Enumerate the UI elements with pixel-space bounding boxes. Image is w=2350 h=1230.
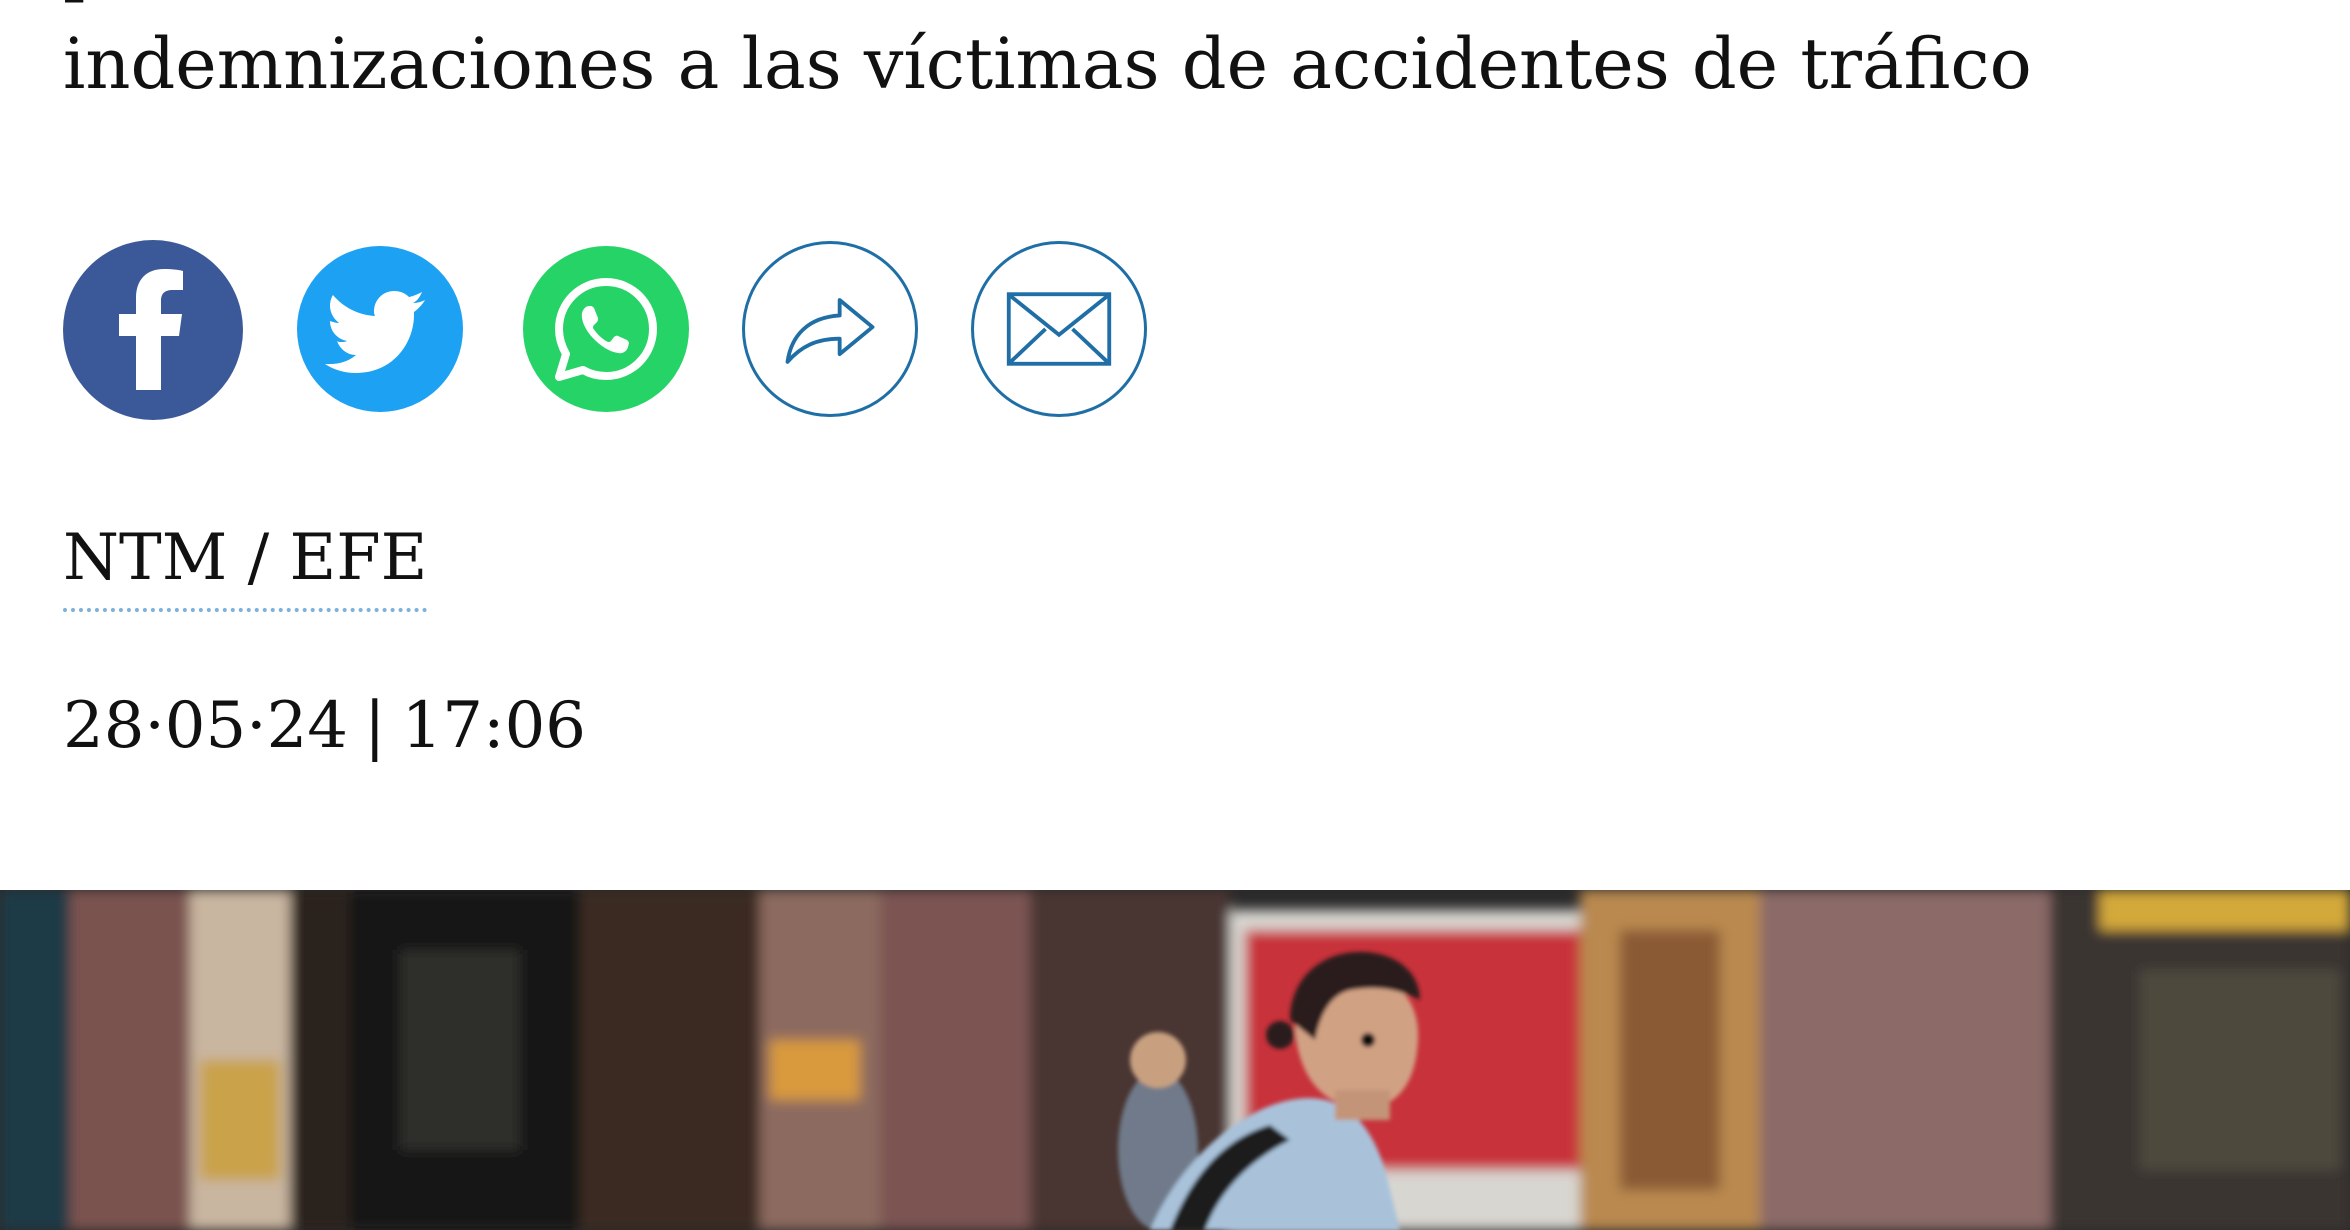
twitter-share-button[interactable] xyxy=(297,246,463,412)
publish-time: 17:06 xyxy=(401,689,586,763)
article-headline: p indemnizaciones a las víctimas de acci… xyxy=(63,0,2313,114)
share-arrow-icon xyxy=(785,298,875,364)
whatsapp-share-button[interactable] xyxy=(523,246,689,412)
email-share-button[interactable] xyxy=(971,241,1147,417)
facebook-share-button[interactable] xyxy=(63,240,243,420)
twitter-bird-icon xyxy=(325,291,425,373)
generic-share-button[interactable] xyxy=(742,241,918,417)
whatsapp-icon xyxy=(555,278,657,381)
date-time-separator: | xyxy=(364,689,386,763)
headline-line-2: indemnizaciones a las víctimas de accide… xyxy=(63,23,2032,105)
envelope-icon xyxy=(1006,292,1112,366)
headline-line-1: p xyxy=(63,0,2313,14)
publish-dateline: 28·05·24 | 17:06 xyxy=(63,680,586,772)
article-photo xyxy=(0,890,2350,1230)
facebook-icon xyxy=(119,269,183,390)
byline-link[interactable]: NTM / EFE xyxy=(63,512,428,612)
street-photo-image xyxy=(0,890,2350,1230)
publish-date: 28·05·24 xyxy=(63,689,348,763)
